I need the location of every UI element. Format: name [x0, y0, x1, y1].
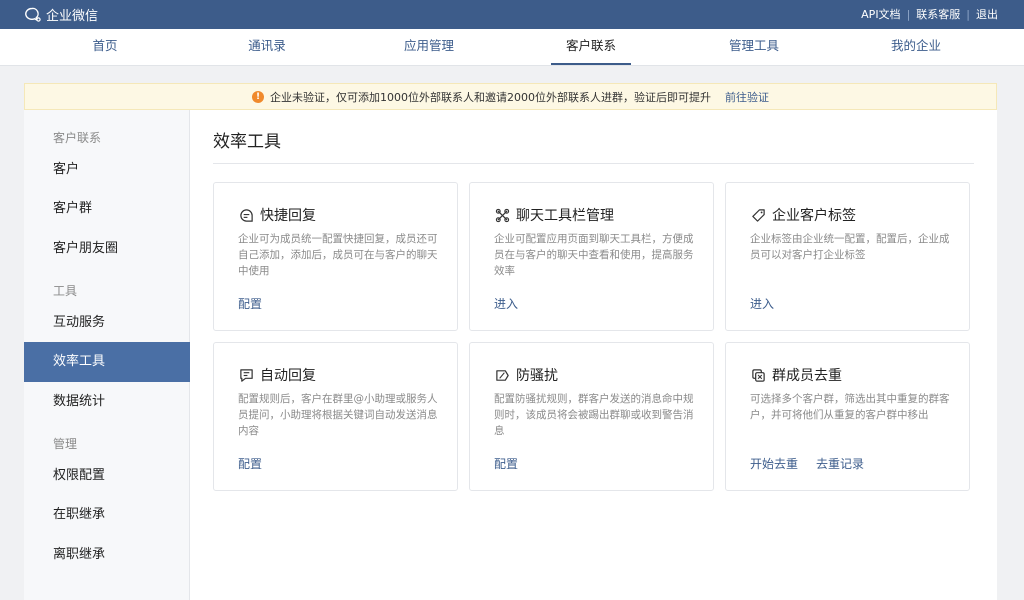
- card-anti-harassment: 防骚扰 配置防骚扰规则，群客户发送的消息命中规则时，该成员将会被踢出群聊或收到警…: [469, 342, 714, 491]
- sidebar: 客户联系 客户 客户群 客户朋友圈 工具 互动服务 效率工具 数据统计 管理 权…: [24, 110, 190, 600]
- divider: |: [966, 7, 970, 21]
- app-title: 企业微信: [46, 9, 99, 24]
- nav-customer-contact[interactable]: 客户联系: [521, 29, 661, 65]
- sidebar-item-moments[interactable]: 客户朋友圈: [24, 229, 190, 269]
- nav-contacts[interactable]: 通讯录: [197, 29, 337, 65]
- sidebar-group-tools: 工具: [53, 284, 78, 298]
- enter-button[interactable]: 进入: [494, 295, 518, 312]
- card-quick-reply: 快捷回复 企业可为成员统一配置快捷回复，成员还可自己添加，添加后，成员可在与客户…: [213, 182, 458, 331]
- divider: [213, 163, 974, 164]
- nav-my-company[interactable]: 我的企业: [846, 29, 986, 65]
- card-group-dedupe: 群成员去重 可选择多个客户群，筛选出其中重复的群客户，并可将他们从重复的客户群中…: [725, 342, 970, 491]
- main-content: 效率工具 快捷回复 企业可为成员统一配置快捷回复，成员还可自己添加，添加后，成员…: [190, 110, 997, 600]
- warning-icon: !: [252, 90, 264, 103]
- sidebar-item-statistics[interactable]: 数据统计: [24, 382, 190, 422]
- sidebar-item-onjob-inheritance[interactable]: 在职继承: [24, 495, 190, 535]
- sidebar-item-permissions[interactable]: 权限配置: [24, 456, 190, 496]
- card-description: 配置防骚扰规则，群客户发送的消息命中规则时，该成员将会被踢出群聊或收到警告消息: [494, 393, 694, 437]
- card-auto-reply: 自动回复 配置规则后，客户在群里@小助理或服务人员提问，小助理将根据关键词自动发…: [213, 342, 458, 491]
- nav-management-tools[interactable]: 管理工具: [684, 29, 824, 65]
- configure-button[interactable]: 配置: [238, 295, 262, 312]
- auto-reply-icon: [240, 368, 253, 382]
- card-title: 快捷回复: [260, 208, 316, 224]
- contact-support-link[interactable]: 联系客服: [916, 6, 960, 22]
- start-dedupe-button[interactable]: 开始去重: [750, 455, 798, 472]
- sidebar-item-interactive-services[interactable]: 互动服务: [24, 303, 190, 343]
- top-bar: 企业微信 API文档 | 联系客服 | 退出: [0, 0, 1024, 29]
- chat-lines-icon: [240, 208, 253, 222]
- tag-icon: [752, 208, 765, 222]
- sidebar-item-customer-groups[interactable]: 客户群: [24, 189, 190, 229]
- card-description: 企业可配置应用页面到聊天工具栏，方便成员在与客户的聊天中查看和使用，提高服务效率: [494, 233, 694, 277]
- top-links: API文档 | 联系客服 | 退出: [861, 6, 998, 22]
- logout-link[interactable]: 退出: [976, 6, 998, 22]
- configure-button[interactable]: 配置: [238, 455, 262, 472]
- card-title: 自动回复: [260, 368, 316, 384]
- nav-apps[interactable]: 应用管理: [359, 29, 499, 65]
- card-title: 聊天工具栏管理: [516, 208, 614, 224]
- card-title: 群成员去重: [772, 368, 842, 384]
- card-customer-tags: 企业客户标签 企业标签由企业统一配置，配置后，企业成员可以对客户打企业标签 进入: [725, 182, 970, 331]
- card-title: 企业客户标签: [772, 208, 856, 224]
- card-description: 企业标签由企业统一配置，配置后，企业成员可以对客户打企业标签: [750, 233, 950, 261]
- notice-text: 企业未验证，仅可添加1000位外部联系人和邀请2000位外部联系人进群，验证后即…: [270, 90, 711, 104]
- verification-notice: ! 企业未验证，仅可添加1000位外部联系人和邀请2000位外部联系人进群，验证…: [24, 83, 997, 110]
- verify-link[interactable]: 前往验证: [725, 89, 769, 105]
- dedupe-records-button[interactable]: 去重记录: [816, 455, 864, 472]
- sidebar-group-management: 管理: [53, 437, 78, 451]
- sidebar-item-efficiency-tools[interactable]: 效率工具: [24, 342, 190, 382]
- page-title: 效率工具: [213, 132, 281, 152]
- wecom-logo-icon: [25, 7, 41, 22]
- configure-button[interactable]: 配置: [494, 455, 518, 472]
- card-description: 企业可为成员统一配置快捷回复，成员还可自己添加，添加后，成员可在与客户的聊天中使…: [238, 233, 438, 277]
- sidebar-group-customer-contact: 客户联系: [53, 131, 102, 145]
- api-docs-link[interactable]: API文档: [861, 6, 900, 22]
- sidebar-item-resigned-inheritance[interactable]: 离职继承: [24, 535, 190, 575]
- sidebar-item-customers[interactable]: 客户: [24, 150, 190, 190]
- enter-button[interactable]: 进入: [750, 295, 774, 312]
- card-title: 防骚扰: [516, 368, 558, 384]
- app-logo[interactable]: 企业微信: [24, 5, 98, 24]
- flag-icon: [496, 369, 509, 381]
- tools-icon: [495, 208, 510, 222]
- main-nav: 首页 通讯录 应用管理 客户联系 管理工具 我的企业: [0, 29, 1024, 66]
- card-description: 可选择多个客户群，筛选出其中重复的群客户，并可将他们从重复的客户群中移出: [750, 393, 950, 421]
- card-chat-toolbar: 聊天工具栏管理 企业可配置应用页面到聊天工具栏，方便成员在与客户的聊天中查看和使…: [469, 182, 714, 331]
- dedupe-icon: [752, 368, 765, 382]
- card-description: 配置规则后，客户在群里@小助理或服务人员提问，小助理将根据关键词自动发送消息内容: [238, 393, 438, 437]
- nav-home[interactable]: 首页: [35, 29, 175, 65]
- divider: |: [906, 7, 911, 21]
